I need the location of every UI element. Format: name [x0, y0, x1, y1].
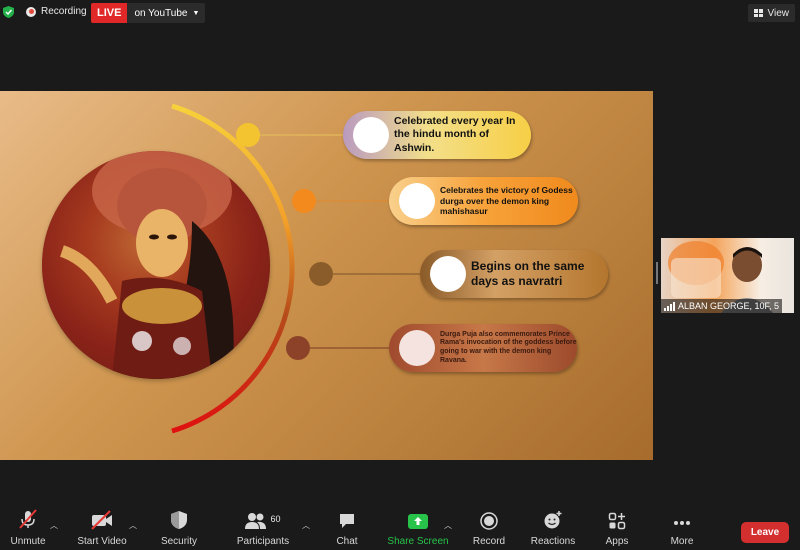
chevron-down-icon: ▼ [192, 9, 200, 17]
reactions-label: Reactions [530, 536, 576, 547]
point-bullet-disc [430, 256, 466, 292]
smiley-add-icon [544, 511, 562, 529]
timeline-node [292, 189, 316, 213]
participants-count: 60 [270, 514, 281, 524]
share-screen-button[interactable]: Share Screen [383, 508, 453, 547]
muted-microphone-icon [19, 509, 37, 529]
apps-label: Apps [605, 536, 629, 547]
reactions-button[interactable]: Reactions [518, 508, 588, 547]
point-bullet-disc [399, 183, 435, 219]
signal-strength-icon [664, 301, 675, 311]
view-label: View [767, 7, 790, 19]
slide-point-2: Celebrates the victory of Godess durga o… [389, 177, 578, 225]
point-bullet-disc [353, 117, 389, 153]
more-label: More [670, 536, 694, 547]
timeline-node [286, 336, 310, 360]
live-stream-label: on YouTube [134, 7, 188, 19]
slide-point-3: Begins on the same days as navratri [420, 250, 608, 298]
slide-point-text: Begins on the same days as navratri [471, 259, 585, 288]
meeting-top-bar: Recording LIVE on YouTube ▼ View [0, 0, 800, 26]
share-options-chevron-icon[interactable]: ︿ [444, 520, 452, 531]
unmute-label: Unmute [10, 536, 46, 547]
security-shield-icon [171, 511, 187, 529]
encryption-shield-icon[interactable] [3, 6, 14, 18]
timeline-node [236, 123, 260, 147]
slide-point-text: Celebrated every year In the hindu month… [394, 115, 516, 154]
participant-video-tile[interactable]: ALBAN GEORGE, 10F, 5 [661, 238, 794, 313]
more-dots-icon [674, 521, 690, 525]
participants-options-chevron-icon[interactable]: ︿ [302, 520, 310, 531]
participants-icon [245, 513, 267, 529]
video-options-chevron-icon[interactable]: ︿ [129, 520, 137, 531]
meeting-controls-toolbar: Unmute ︿ Start Video ︿ Security 60 Parti… [0, 508, 800, 550]
slide-point-text: Durga Puja also commemorates Prince Rama… [440, 330, 577, 364]
record-icon [480, 512, 498, 530]
live-stream-indicator[interactable]: LIVE on YouTube ▼ [91, 3, 206, 23]
start-video-label: Start Video [77, 536, 127, 547]
share-screen-arrow-icon [408, 514, 428, 529]
shared-screen-slide: Celebrated every year In the hindu month… [0, 91, 653, 460]
timeline-node [309, 262, 333, 286]
live-badge: LIVE [91, 3, 128, 23]
grid-view-icon [753, 9, 763, 17]
record-label: Record [472, 536, 506, 547]
goddess-durga-image [42, 151, 270, 379]
participants-button[interactable]: 60 Participants [228, 508, 298, 547]
live-stream-menu[interactable]: on YouTube ▼ [127, 3, 206, 23]
view-button[interactable]: View [747, 4, 795, 22]
chat-label: Chat [336, 536, 358, 547]
participant-name-label: ALBAN GEORGE, 10F, 5 [661, 299, 783, 313]
chat-bubble-icon [340, 514, 354, 528]
audio-options-chevron-icon[interactable]: ︿ [50, 520, 58, 531]
apps-icon [608, 512, 626, 530]
panel-resize-handle[interactable] [656, 262, 658, 284]
start-video-button[interactable]: Start Video [67, 508, 137, 547]
participants-label: Participants [236, 536, 290, 547]
slide-point-1: Celebrated every year In the hindu month… [343, 111, 531, 159]
apps-button[interactable]: Apps [582, 508, 652, 547]
recording-label: Recording [41, 6, 87, 17]
leave-button[interactable]: Leave [741, 522, 789, 543]
video-off-icon [91, 510, 112, 530]
recording-indicator[interactable]: Recording [26, 6, 87, 17]
more-button[interactable]: More [647, 508, 717, 547]
slide-point-text: Celebrates the victory of Godess durga o… [440, 185, 573, 217]
share-screen-label: Share Screen [387, 536, 449, 547]
security-label: Security [160, 536, 198, 547]
chat-button[interactable]: Chat [312, 508, 382, 547]
participant-name: ALBAN GEORGE, 10F, 5 [678, 301, 780, 311]
record-button[interactable]: Record [454, 508, 524, 547]
slide-point-4: Durga Puja also commemorates Prince Rama… [389, 324, 577, 372]
point-bullet-disc [399, 330, 435, 366]
security-button[interactable]: Security [144, 508, 214, 547]
recording-icon [26, 6, 36, 17]
